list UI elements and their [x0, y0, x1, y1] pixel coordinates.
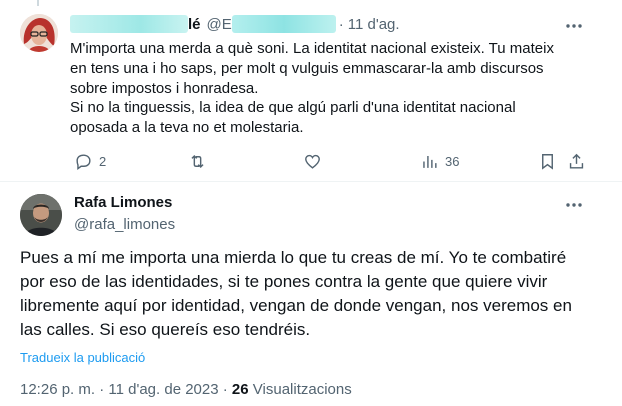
more-icon[interactable]	[563, 195, 585, 215]
share-button[interactable]	[567, 150, 586, 172]
reply-text-line: sobre impostos i honradesa.	[70, 79, 259, 97]
tweet-time[interactable]: 12:26 p. m.	[20, 381, 95, 398]
reply-button[interactable]: 2	[74, 150, 106, 172]
main-text-line: las calles. Si eso quereís eso tendréis.	[20, 320, 311, 339]
reply-count: 2	[99, 153, 107, 169]
separator-dot: ·	[99, 381, 105, 398]
views-count: 36	[445, 153, 460, 169]
separator-dot: ·	[222, 381, 228, 398]
tweet-meta: 12:26 p. m. · 11 d'ag. de 2023 · 26 Visu…	[20, 381, 352, 398]
reply-text-line: oposada a la teva no et molestaria.	[70, 119, 304, 137]
like-icon	[305, 154, 320, 169]
like-button[interactable]	[303, 150, 322, 172]
reply-header: lé @E · 11 d'ag.	[70, 14, 400, 34]
bookmark-icon	[542, 153, 553, 170]
reply-author-handle[interactable]: @E	[207, 16, 232, 33]
reply-tweet[interactable]: lé @E · 11 d'ag. M'importa una merda a q…	[0, 0, 622, 182]
share-icon	[569, 153, 584, 169]
retweet-icon	[191, 154, 204, 168]
main-tweet: Rafa Limones @rafa_limones Pues a mí me …	[0, 182, 622, 406]
main-text-line: por eso de las identidades, si te pones …	[20, 272, 548, 291]
reply-author-avatar[interactable]	[20, 14, 58, 52]
reply-date[interactable]: 11 d'ag.	[348, 16, 400, 33]
reply-text-line: en tens una i ho saps, per molt q vulgui…	[70, 59, 544, 77]
translate-link[interactable]: Tradueix la publicació	[20, 350, 145, 365]
redacted-name	[70, 15, 188, 33]
main-author-name[interactable]: Rafa Limones	[74, 194, 172, 211]
redacted-handle	[231, 15, 336, 33]
separator-dot: ·	[338, 15, 344, 33]
main-text-line: Pues a mí me importa una mierda lo que t…	[20, 248, 567, 267]
reply-icon	[76, 153, 91, 170]
views-icon	[423, 155, 437, 168]
main-text-line: libremente aquí por identidad, vengan de…	[20, 296, 572, 315]
main-tweet-text: Pues a mí me importa una mierda lo que t…	[20, 246, 600, 342]
views-button[interactable]: 36	[420, 150, 459, 172]
reply-author-name[interactable]: lé	[188, 16, 201, 33]
main-author-avatar[interactable]	[20, 194, 62, 236]
thread-line	[37, 0, 39, 6]
views-label[interactable]: Visualitzacions	[253, 381, 352, 398]
reply-text-line: Si no la tinguessis, la idea de que algú…	[70, 99, 516, 117]
tweet-date[interactable]: 11 d'ag. de 2023	[108, 381, 218, 398]
main-author-handle[interactable]: @rafa_limones	[74, 216, 175, 233]
bookmark-button[interactable]	[538, 150, 557, 172]
views-count: 26	[231, 381, 249, 398]
more-icon[interactable]	[563, 16, 585, 36]
retweet-button[interactable]	[188, 150, 207, 172]
reply-action-bar: 2 36	[70, 150, 595, 174]
reply-text-line: M'importa una merda a què soni. La ident…	[70, 40, 554, 57]
reply-text: M'importa una merda a què soni. La ident…	[70, 39, 590, 138]
